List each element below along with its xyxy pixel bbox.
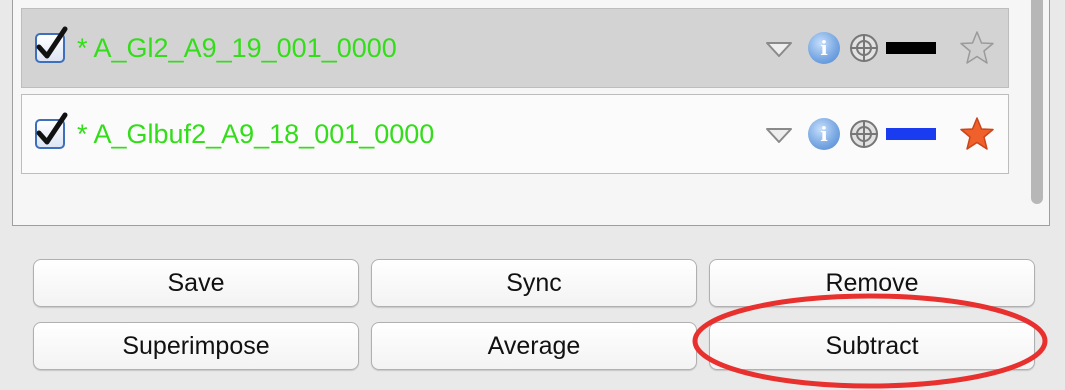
list-item[interactable]: * A_Gl2_A9_19_001_0000 i — [21, 8, 1009, 88]
crosshair-icon[interactable] — [848, 32, 880, 64]
color-swatch[interactable] — [886, 128, 936, 140]
triangle-down-icon[interactable] — [764, 119, 794, 149]
info-icon[interactable]: i — [808, 118, 840, 150]
subtract-button[interactable]: Subtract — [709, 322, 1035, 370]
star-icon[interactable] — [958, 116, 996, 152]
list-item[interactable]: * A_Glbuf2_A9_18_001_0000 i — [21, 94, 1009, 174]
checkmark-icon — [36, 112, 68, 145]
crosshair-icon[interactable] — [848, 118, 880, 150]
superimpose-button[interactable]: Superimpose — [33, 322, 359, 370]
file-list-panel: * A_Gl2_A9_19_001_0000 i * A_Glbuf2_A9_1… — [12, 0, 1050, 226]
item-checkbox[interactable] — [35, 112, 68, 149]
scrollbar[interactable] — [1031, 0, 1043, 204]
checkmark-icon — [36, 26, 68, 59]
triangle-down-icon[interactable] — [764, 33, 794, 63]
average-button[interactable]: Average — [371, 322, 697, 370]
save-button[interactable]: Save — [33, 259, 359, 307]
item-label: * A_Glbuf2_A9_18_001_0000 — [77, 118, 435, 149]
remove-button[interactable]: Remove — [709, 259, 1035, 307]
item-checkbox[interactable] — [35, 26, 68, 63]
star-icon[interactable] — [958, 30, 996, 66]
info-icon[interactable]: i — [808, 32, 840, 64]
item-label: * A_Gl2_A9_19_001_0000 — [77, 32, 397, 63]
sync-button[interactable]: Sync — [371, 259, 697, 307]
color-swatch[interactable] — [886, 42, 936, 54]
